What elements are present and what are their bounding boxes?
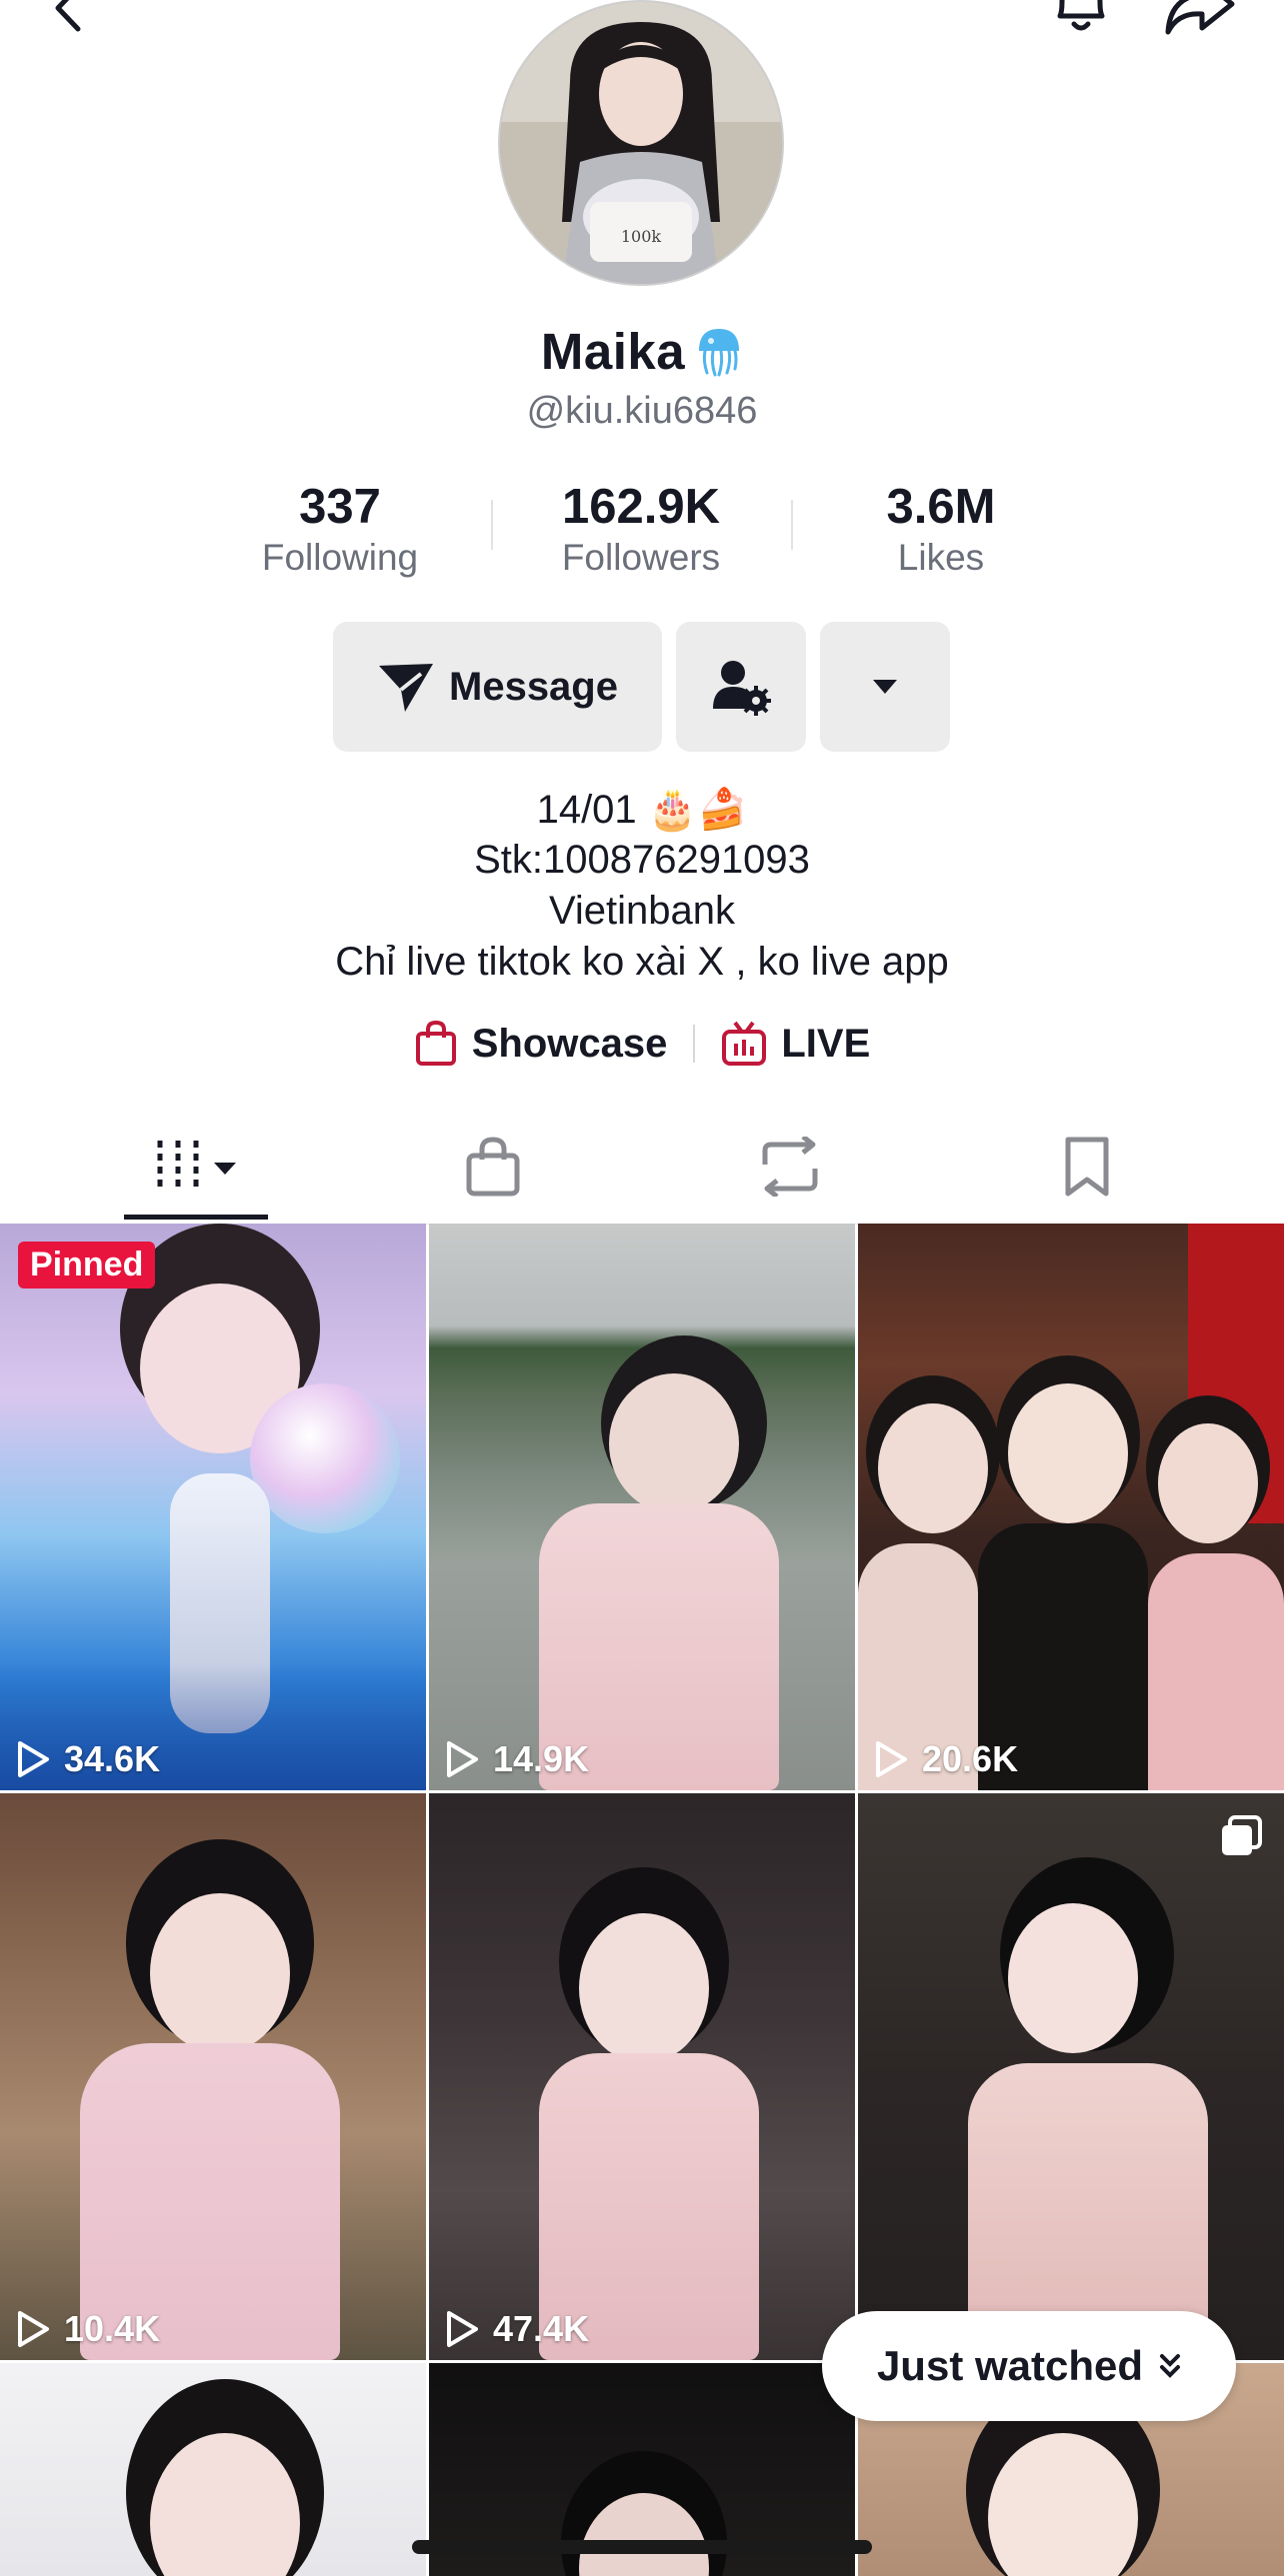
video-tile[interactable] (0, 2363, 426, 2576)
link-divider (693, 1025, 696, 1063)
view-count: 14.9K (445, 1738, 589, 1780)
play-icon (874, 1740, 908, 1778)
followers-stat[interactable]: 162.9K Followers (511, 478, 771, 580)
tab-shop[interactable] (383, 1110, 603, 1224)
photo-carousel-icon (1218, 1813, 1264, 1859)
video-tile[interactable]: 47.4K (429, 1793, 855, 2360)
view-count: 20.6K (874, 1738, 1018, 1780)
pinned-badge: Pinned (18, 1242, 156, 1288)
profile-links: Showcase LIVE (0, 1014, 1284, 1074)
likes-count: 3.6M (886, 480, 996, 534)
bio-line: Chỉ live tiktok ko xài X , ko live app (335, 940, 949, 984)
view-count-text: 47.4K (493, 2308, 590, 2349)
play-icon (16, 2310, 50, 2348)
bio-line: 14/01 🎂🍰 (536, 788, 748, 832)
tile-art (1148, 1553, 1284, 1790)
stat-divider (491, 500, 493, 550)
tile-art (609, 1373, 739, 1513)
profile-settings-button[interactable] (676, 622, 806, 752)
tile-art (579, 2493, 709, 2576)
tile-art (1008, 1903, 1138, 2053)
repost-icon (757, 1137, 823, 1197)
view-count: 47.4K (445, 2308, 589, 2350)
following-count: 337 (299, 480, 381, 534)
view-count: 34.6K (16, 1738, 160, 1780)
username-handle: @kiu.kiu6846 (526, 390, 758, 432)
shopping-bag-icon (414, 1020, 458, 1068)
stat-divider (791, 500, 793, 550)
video-tile[interactable]: Pinned 34.6K (0, 1224, 426, 1790)
tab-videos[interactable] (86, 1110, 306, 1224)
video-tile[interactable]: 10.4K (0, 1793, 426, 2360)
showcase-label: Showcase (471, 1021, 668, 1066)
tab-reposts[interactable] (680, 1110, 900, 1224)
svg-text:100k: 100k (621, 227, 662, 246)
bio-line: Stk:100876291093 (474, 838, 810, 882)
play-icon (445, 2310, 479, 2348)
tile-art (988, 2433, 1138, 2576)
message-label: Message (449, 664, 618, 709)
video-tile[interactable]: 20.6K (858, 1224, 1284, 1790)
active-tab-indicator (124, 1215, 268, 1220)
view-count: 10.4K (16, 2308, 160, 2350)
followers-label: Followers (561, 537, 721, 578)
video-tile[interactable] (858, 1793, 1284, 2360)
send-icon (377, 660, 435, 714)
followers-count: 162.9K (561, 480, 720, 534)
video-tile[interactable]: 14.9K (429, 1224, 855, 1790)
user-gear-icon (711, 657, 771, 717)
view-count-text: 14.9K (493, 1738, 590, 1779)
home-indicator[interactable] (412, 2540, 872, 2554)
tile-art (878, 1403, 988, 1533)
view-count-text: 10.4K (64, 2308, 161, 2349)
back-icon[interactable] (38, 0, 98, 38)
share-icon[interactable] (1160, 0, 1240, 40)
name-row: Maika (0, 318, 1284, 384)
tab-saved[interactable] (977, 1110, 1197, 1224)
just-watched-button[interactable]: Just watched (822, 2311, 1236, 2421)
videos-grid-icon (150, 1137, 242, 1197)
tile-art (1158, 1423, 1258, 1543)
view-count-text: 20.6K (922, 1738, 1019, 1779)
play-icon (445, 1740, 479, 1778)
following-label: Following (261, 537, 419, 578)
shop-bag-icon (464, 1136, 522, 1198)
likes-label: Likes (897, 537, 985, 578)
likes-stat[interactable]: 3.6M Likes (811, 478, 1071, 580)
jellyfish-icon (695, 325, 743, 377)
tile-art (579, 1913, 709, 2063)
live-link[interactable]: LIVE (721, 1020, 870, 1068)
bio-line: Vietinbank (548, 889, 736, 933)
tile-art (150, 2433, 300, 2576)
more-dropdown-button[interactable] (820, 622, 950, 752)
showcase-link[interactable]: Showcase (414, 1020, 668, 1068)
tile-art (1008, 1383, 1128, 1523)
view-count-text: 34.6K (64, 1738, 161, 1779)
just-watched-label: Just watched (876, 2342, 1144, 2389)
avatar[interactable]: 100k (498, 0, 784, 286)
caret-down-icon (871, 678, 899, 696)
play-icon (16, 1740, 50, 1778)
live-tv-icon (721, 1020, 767, 1068)
double-chevron-down-icon (1159, 2352, 1181, 2380)
following-stat[interactable]: 337 Following (210, 478, 470, 580)
bookmark-icon (1063, 1136, 1111, 1198)
message-button[interactable]: Message (333, 622, 662, 752)
bell-icon[interactable] (1046, 0, 1116, 40)
content-tab-bar (0, 1110, 1284, 1225)
live-label: LIVE (781, 1021, 871, 1066)
tile-art (150, 1893, 290, 2053)
display-name: Maika (540, 322, 686, 380)
tile-art (250, 1383, 400, 1533)
